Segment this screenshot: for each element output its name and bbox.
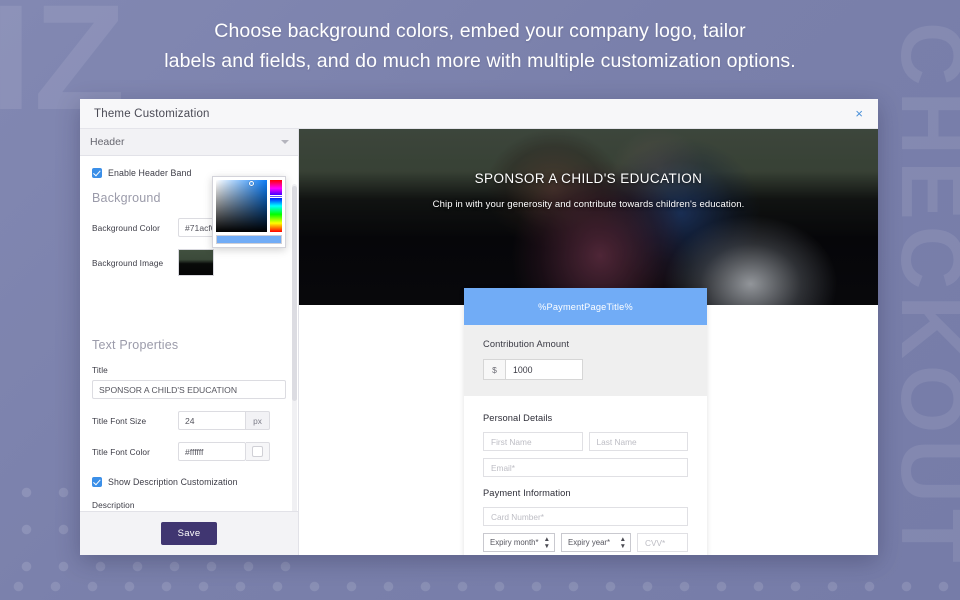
hero-overlay: [299, 129, 878, 305]
name-row: First Name Last Name: [483, 432, 688, 458]
contribution-amount-group: $ 1000: [483, 359, 688, 380]
background-image-row: Background Image: [92, 249, 286, 276]
color-picker-top: [216, 180, 284, 232]
settings-panel: Header Enable Header Band Background Bac…: [80, 129, 299, 555]
payment-information-title: Payment Information: [483, 488, 571, 498]
expiry-month-select[interactable]: Expiry month* ▲ ▼: [483, 533, 555, 552]
modal-body: Header Enable Header Band Background Bac…: [80, 129, 878, 555]
color-picker-saturation-area[interactable]: [216, 180, 268, 232]
page-headline: Choose background colors, embed your com…: [0, 16, 960, 76]
contribution-section: Contribution Amount $ 1000: [464, 325, 707, 396]
modal-title: Theme Customization: [94, 107, 210, 120]
payment-page-title-band: %PaymentPageTitle%: [464, 288, 707, 325]
color-picker-popup[interactable]: [212, 176, 286, 248]
last-name-input[interactable]: Last Name: [588, 432, 688, 451]
section-select-value: Header: [90, 136, 125, 148]
hero-banner: SPONSOR A CHILD'S EDUCATION Chip in with…: [299, 129, 878, 305]
title-font-size-group: 24 px: [178, 411, 270, 430]
title-font-size-row: Title Font Size 24 px: [92, 411, 286, 430]
stepper-arrows-icon: ▲ ▼: [543, 535, 550, 550]
theme-customization-modal: Theme Customization × Header Enable Head…: [80, 99, 878, 555]
title-font-size-label: Title Font Size: [92, 415, 147, 426]
expiry-row: Expiry month* ▲ ▼ Expiry year* ▲ ▼ CVV*: [483, 533, 688, 555]
title-font-color-swatch-button[interactable]: [246, 442, 270, 461]
currency-symbol: $: [483, 359, 505, 380]
color-picker-hue-strip[interactable]: [269, 180, 284, 232]
headline-line-2: labels and fields, and do much more with…: [164, 50, 796, 72]
preview-right-filler: [707, 305, 878, 555]
title-font-color-swatch: [252, 446, 263, 457]
hero-text-block: SPONSOR A CHILD'S EDUCATION Chip in with…: [299, 171, 878, 210]
modal-titlebar: Theme Customization ×: [80, 99, 878, 129]
hero-description: Chip in with your generosity and contrib…: [432, 199, 745, 210]
color-picker-hue-handle[interactable]: [269, 195, 284, 198]
show-description-customization-checkbox[interactable]: [92, 477, 102, 487]
title-label: Title: [92, 365, 108, 375]
watermark-right-text: CHECKOUT: [883, 22, 960, 569]
contribution-amount-input[interactable]: 1000: [505, 359, 583, 380]
cvv-input[interactable]: CVV*: [637, 533, 688, 552]
payment-page-title-text: %PaymentPageTitle%: [538, 301, 633, 312]
headline-line-1: Choose background colors, embed your com…: [214, 20, 746, 42]
checkout-form-section: Personal Details First Name Last Name Em…: [464, 396, 707, 555]
enable-header-band-label: Enable Header Band: [108, 168, 192, 178]
stepper-arrows-icon: ▲ ▼: [619, 535, 626, 550]
personal-details-title: Personal Details: [483, 413, 553, 423]
settings-footer: Save: [80, 511, 298, 555]
title-font-color-input[interactable]: #ffffff: [178, 442, 246, 461]
background-image-thumbnail[interactable]: [178, 249, 214, 276]
title-font-color-label: Title Font Color: [92, 446, 151, 457]
expiry-year-value: Expiry year*: [568, 538, 611, 547]
expiry-month-value: Expiry month*: [490, 538, 539, 547]
contribution-amount-label: Contribution Amount: [483, 339, 570, 349]
enable-header-band-checkbox[interactable]: [92, 168, 102, 178]
settings-scroll-area: Enable Header Band Background Background…: [80, 156, 298, 511]
save-button[interactable]: Save: [160, 522, 218, 545]
background-color-label: Background Color: [92, 222, 161, 233]
chevron-down-icon: [281, 140, 289, 144]
settings-scrollbar-thumb[interactable]: [292, 186, 297, 401]
card-number-input[interactable]: Card Number*: [483, 507, 688, 526]
expiry-year-select[interactable]: Expiry year* ▲ ▼: [561, 533, 631, 552]
preview-panel: SPONSOR A CHILD'S EDUCATION Chip in with…: [299, 129, 878, 555]
title-font-color-row: Title Font Color #ffffff: [92, 442, 286, 461]
hero-title: SPONSOR A CHILD'S EDUCATION: [474, 171, 703, 186]
dot-pattern-bottom-strip: [0, 568, 960, 600]
background-image-label: Background Image: [92, 257, 164, 268]
section-select-dropdown[interactable]: Header: [80, 129, 298, 156]
close-icon[interactable]: ×: [852, 105, 866, 122]
email-input[interactable]: Email*: [483, 458, 688, 477]
show-description-customization-row[interactable]: Show Description Customization: [92, 477, 286, 487]
description-label: Description: [92, 500, 135, 510]
color-picker-preview-bar: [216, 235, 282, 244]
show-description-customization-label: Show Description Customization: [108, 477, 238, 487]
color-picker-saturation-handle[interactable]: [249, 181, 254, 186]
text-properties-heading: Text Properties: [92, 338, 179, 352]
title-font-size-input[interactable]: 24: [178, 411, 246, 430]
checkout-card: %PaymentPageTitle% Contribution Amount $…: [464, 288, 707, 555]
title-font-size-unit: px: [246, 411, 270, 430]
first-name-input[interactable]: First Name: [483, 432, 583, 451]
preview-left-filler: [299, 305, 464, 555]
title-input[interactable]: SPONSOR A CHILD'S EDUCATION: [92, 380, 286, 399]
